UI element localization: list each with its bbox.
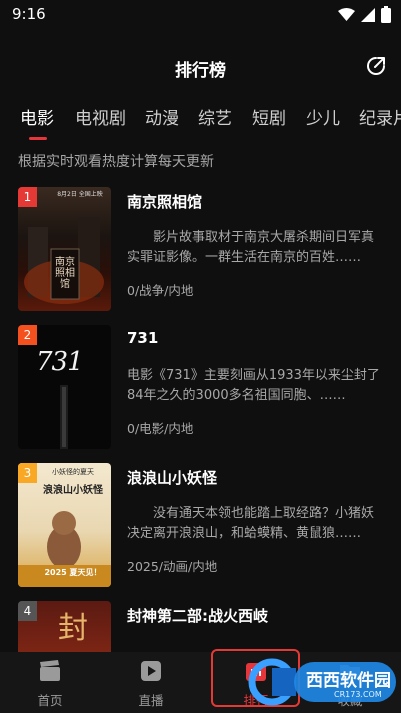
list-item[interactable]: 小妖怪的夏天 浪浪山小妖怪 2025 夏天见！ 3 浪浪山小妖怪 没有通天本领也… <box>0 463 401 591</box>
poster[interactable]: 8月2日 全国上映 南京照相馆 1 <box>18 187 111 311</box>
watermark-url: CR173.COM <box>334 690 382 699</box>
status-icons <box>338 6 391 23</box>
poster-title-text: 南京照相馆 <box>55 257 75 290</box>
status-time: 9:16 <box>12 5 46 23</box>
item-description: 电影《731》主要刻画从1933年以来尘封了84年之久的3000多名祖国同胞、…… <box>127 368 380 403</box>
list-item[interactable]: 封 4 封神第二部:战火西岐 <box>0 601 401 652</box>
item-title[interactable]: 731 <box>127 329 158 347</box>
list-item[interactable]: 8月2日 全国上映 南京照相馆 1 南京照相馆 影片故事取材于南京大屠杀期间日军… <box>0 187 401 315</box>
rank-badge: 1 <box>18 187 37 207</box>
item-meta: 2025/动画/内地 <box>127 559 218 574</box>
item-title[interactable]: 浪浪山小妖怪 <box>127 467 217 488</box>
tab-kids[interactable]: 少儿 <box>306 104 340 129</box>
poster-bottom-text: 2025 夏天见！ <box>44 568 102 577</box>
poster-top-text: 8月2日 全国上映 <box>57 191 103 198</box>
wifi-icon <box>338 7 355 21</box>
nav-label: 首页 <box>37 693 63 708</box>
status-bar: 9:16 <box>0 0 401 28</box>
item-description: 没有通天本领也能踏上取经路？小猪妖决定离开浪浪山，和蛤蟆精、黄鼠狼…… <box>127 506 375 541</box>
ranking-subtitle: 根据实时观看热度计算每天更新 <box>18 154 214 170</box>
page-title: 排行榜 <box>175 61 226 81</box>
item-title[interactable]: 南京照相馆 <box>127 191 202 212</box>
nav-live[interactable]: 直播 <box>111 652 191 713</box>
tab-variety[interactable]: 综艺 <box>198 104 232 129</box>
poster-title-text: 浪浪山小妖怪 <box>43 485 103 496</box>
watermark-logo: 西西软件园 CR173.COM <box>248 656 398 708</box>
category-tabs: 电影 电视剧 动漫 综艺 短剧 少儿 纪录片 <box>0 104 401 134</box>
item-description: 影片故事取材于南京大屠杀期间日军真实罪证影像。一群生活在南京的百姓…… <box>127 230 375 265</box>
tab-short-drama[interactable]: 短剧 <box>252 104 286 129</box>
list-item[interactable]: 731 2 731 电影《731》主要刻画从1933年以来尘封了84年之久的30… <box>0 325 401 453</box>
watermark-text: 西西软件园 <box>306 671 391 691</box>
tab-movie[interactable]: 电影 <box>20 104 54 129</box>
clapperboard-icon <box>40 660 60 681</box>
signal-icon <box>361 7 375 22</box>
tab-tv-series[interactable]: 电视剧 <box>75 104 126 129</box>
poster[interactable]: 731 2 <box>18 325 111 449</box>
item-meta: 0/电影/内地 <box>127 421 194 436</box>
tab-documentary[interactable]: 纪录片 <box>359 104 401 129</box>
play-icon <box>141 661 161 681</box>
poster[interactable]: 封 4 <box>18 601 111 652</box>
poster-title-text: 封 <box>58 611 88 646</box>
poster-top-text: 小妖怪的夏天 <box>52 468 94 476</box>
item-meta: 0/战争/内地 <box>127 283 194 298</box>
poster-title-text: 731 <box>36 347 84 377</box>
nav-home[interactable]: 首页 <box>10 652 90 713</box>
tab-anime[interactable]: 动漫 <box>145 104 179 129</box>
battery-icon <box>381 6 391 23</box>
nav-label: 直播 <box>138 693 164 708</box>
active-tab-indicator <box>29 137 47 140</box>
poster[interactable]: 小妖怪的夏天 浪浪山小妖怪 2025 夏天见！ 3 <box>18 463 111 587</box>
rank-badge: 2 <box>18 325 37 345</box>
share-icon[interactable] <box>365 55 387 77</box>
rank-badge: 3 <box>18 463 37 483</box>
rank-badge: 4 <box>18 601 37 621</box>
item-title[interactable]: 封神第二部:战火西岐 <box>127 605 268 626</box>
